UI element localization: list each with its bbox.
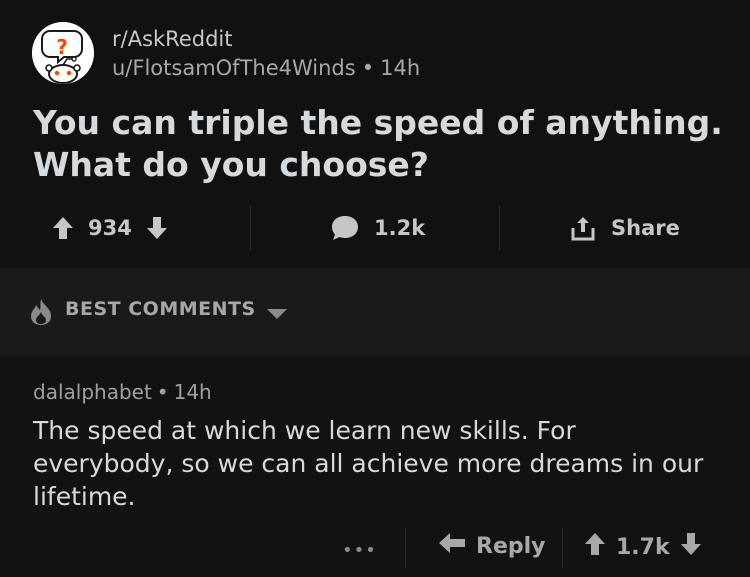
- chevron-down-icon: [266, 305, 288, 324]
- reply-arrow-icon: [438, 532, 466, 560]
- meta-separator: •: [156, 380, 169, 404]
- comment-body: The speed at which we learn new skills. …: [33, 416, 704, 511]
- comment-meta: dalalphabet • 14h: [33, 380, 212, 404]
- reply-button[interactable]: Reply: [438, 532, 546, 560]
- downvote-icon[interactable]: [680, 532, 702, 562]
- share-label: Share: [611, 216, 680, 240]
- flame-icon: [30, 298, 52, 330]
- post-author[interactable]: u/FlotsamOfThe4Winds: [112, 56, 356, 80]
- post-vote-group: 934: [52, 212, 168, 244]
- comment-count: 1.2k: [374, 216, 426, 240]
- more-options-icon[interactable]: •••: [342, 540, 377, 561]
- comment-age: 14h: [173, 380, 212, 404]
- comment-sort-bar[interactable]: BEST COMMENTS: [0, 268, 750, 356]
- post-title[interactable]: You can triple the speed of anything. Wh…: [33, 102, 723, 186]
- comment: dalalphabet • 14h The speed at which we le…: [0, 356, 750, 577]
- reply-label: Reply: [476, 533, 546, 559]
- askreddit-snoo-icon[interactable]: ?: [32, 22, 94, 84]
- share-icon: [569, 214, 597, 242]
- comment-author[interactable]: dalalphabet: [33, 380, 152, 404]
- downvote-icon[interactable]: [146, 216, 168, 240]
- action-divider: [562, 528, 563, 568]
- post-card: ? r/AskReddit u/FlotsamOfThe4Winds • 14h Y…: [0, 0, 750, 268]
- action-divider: [405, 528, 406, 568]
- post-age: 14h: [380, 56, 421, 80]
- post-meta: u/FlotsamOfThe4Winds • 14h: [112, 56, 420, 80]
- comments-button[interactable]: 1.2k: [330, 212, 425, 244]
- upvote-icon[interactable]: [52, 216, 74, 240]
- svg-text:?: ?: [56, 35, 68, 59]
- comment-vote-group: 1.7k: [584, 532, 702, 562]
- action-divider: [250, 206, 251, 250]
- share-button[interactable]: Share: [569, 212, 680, 244]
- comment-action-bar: ••• Reply 1.7k: [0, 526, 750, 570]
- subreddit-name[interactable]: r/AskReddit: [112, 27, 232, 51]
- comment-score: 1.7k: [616, 534, 670, 560]
- meta-separator: •: [361, 56, 375, 80]
- sort-label: BEST COMMENTS: [65, 298, 256, 320]
- post-action-bar: 934 1.2k Share: [0, 200, 750, 256]
- comment-bubble-icon: [330, 214, 360, 242]
- post-score: 934: [88, 216, 132, 240]
- upvote-icon[interactable]: [584, 532, 606, 562]
- action-divider: [499, 206, 500, 250]
